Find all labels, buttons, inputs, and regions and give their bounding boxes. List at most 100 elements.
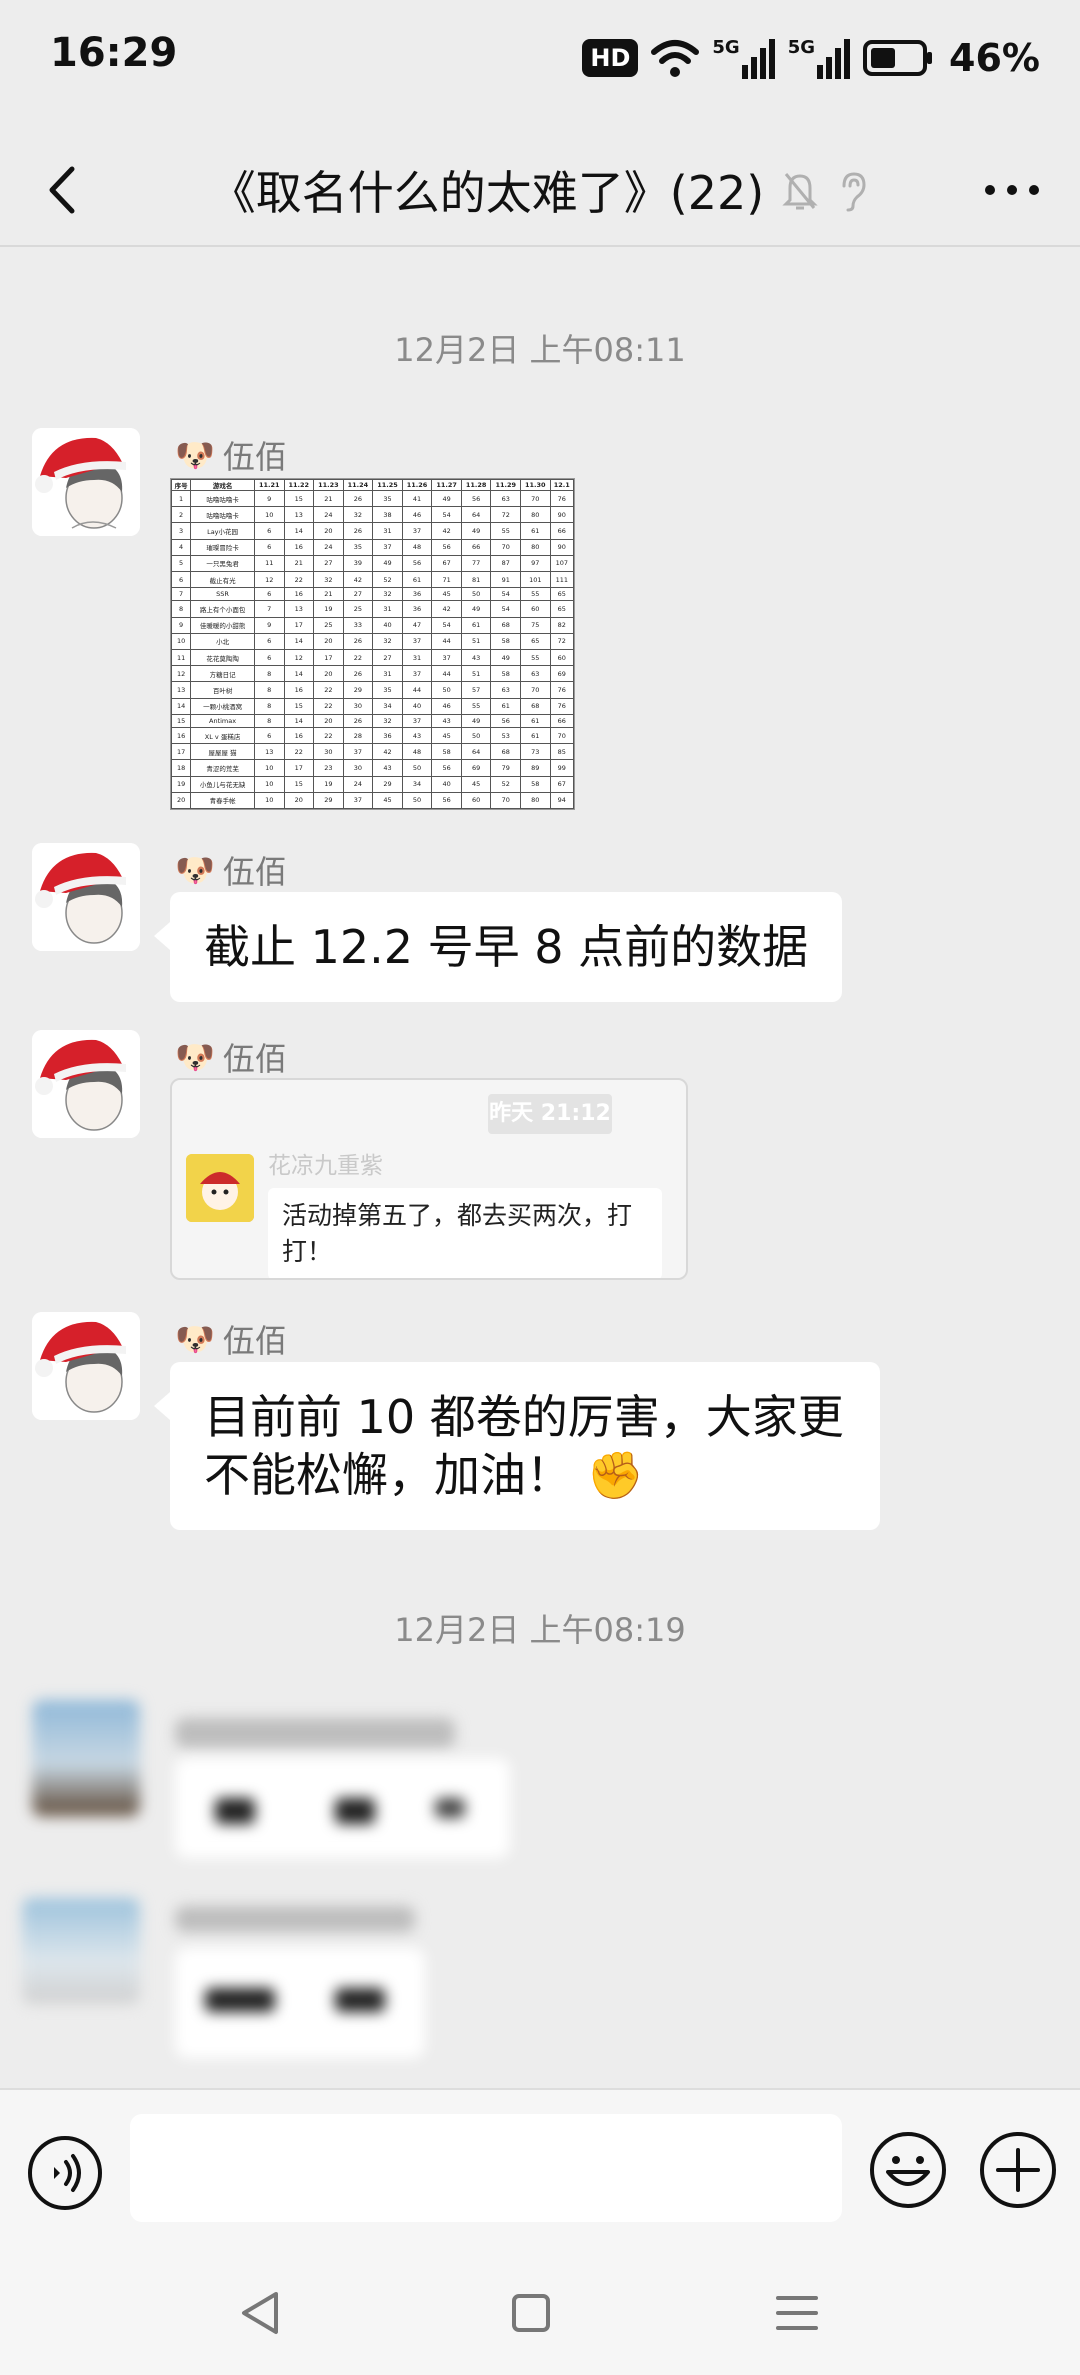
table-header-cell: 11.30	[520, 479, 551, 491]
voice-input-icon[interactable]	[26, 2134, 104, 2212]
table-cell: 17	[171, 743, 192, 761]
message-bubble[interactable]: 目前前 10 都卷的厉害，大家更不能松懈，加油！ ✊	[154, 1362, 880, 1530]
table-cell: 37	[401, 665, 433, 683]
table-header-cell: 序号	[171, 479, 192, 491]
table-cell: 32	[372, 587, 403, 602]
table-cell: 8	[171, 600, 192, 618]
table-cell: 35	[372, 489, 403, 508]
table-cell: 45	[460, 775, 492, 793]
table-cell: 10	[253, 759, 285, 777]
table-cell: 61	[520, 713, 551, 728]
table-cell: 17	[283, 759, 315, 777]
table-cell: 20	[313, 713, 344, 728]
table-cell: 76	[549, 681, 574, 699]
table-cell: 26	[342, 632, 374, 650]
table-cell: 44	[431, 665, 462, 683]
table-cell: 87	[490, 554, 521, 572]
table-cell: 68	[490, 616, 521, 634]
table-row: 7 SSR 6 16 21 27 32 36 45 50 54 55 65	[171, 587, 574, 602]
table-cell: 60	[520, 600, 551, 618]
table-cell: 13	[283, 506, 315, 524]
table-cell: 31	[372, 600, 403, 618]
table-cell: 6	[253, 587, 285, 602]
shared-image-score-table[interactable]: 序号 游戏名 11.21 11.22 11.23 11.24 11.25 11.26 11.27…	[170, 478, 575, 810]
blurred-avatar[interactable]	[22, 1898, 140, 2004]
table-cell: 72	[490, 506, 521, 524]
table-header-row: 序号 游戏名 11.21 11.22 11.23 11.24 11.25 11.26 11.27…	[171, 479, 574, 491]
table-cell: 22	[283, 743, 315, 761]
table-header-cell: 游戏名	[190, 479, 255, 491]
message-input[interactable]	[130, 2114, 842, 2222]
sender-name-text: 伍佰	[222, 853, 287, 891]
table-cell: 40	[401, 697, 433, 715]
table-cell: 34	[401, 775, 433, 793]
table-cell: 66	[460, 538, 492, 556]
table-cell: 26	[342, 489, 374, 508]
table-cell: 17	[283, 616, 315, 634]
table-cell: 61	[401, 570, 433, 589]
table-cell: 41	[401, 489, 433, 508]
table-cell: 20	[171, 791, 192, 809]
table-cell: 16	[171, 726, 192, 745]
table-cell: 61	[490, 697, 521, 715]
table-cell: 小鱼儿与花无缺	[190, 775, 255, 793]
nav-home-icon[interactable]	[496, 2278, 566, 2348]
table-cell: 9	[171, 616, 192, 634]
nav-menu-icon[interactable]	[762, 2278, 832, 2348]
table-cell: 20	[283, 791, 315, 809]
santa-hat-avatar-icon	[32, 843, 140, 951]
table-cell: 8	[253, 681, 285, 699]
blurred-message-bubble[interactable]	[175, 1948, 425, 2058]
more-dots-icon[interactable]	[972, 155, 1052, 225]
table-cell: 66	[549, 522, 574, 540]
avatar[interactable]	[32, 1312, 140, 1420]
table-cell: 63	[490, 681, 521, 699]
forwarded-message-card[interactable]: 昨天 21:12 花凉九重紫 活动掉第五了，都去买两次，打打！	[170, 1078, 688, 1280]
dog-emoji-icon: 🐶	[175, 436, 215, 474]
table-cell: 37	[401, 713, 433, 728]
table-cell: 61	[520, 522, 551, 540]
table-cell: 50	[460, 726, 492, 745]
table-cell: 37	[431, 648, 462, 667]
table-row: 6 截止有光 12 22 32 42 52 61 71 81 91 101 111	[171, 570, 574, 589]
nav-back-icon[interactable]	[226, 2278, 296, 2348]
avatar[interactable]	[32, 1030, 140, 1138]
table-cell: 4	[171, 538, 192, 556]
table-cell: 19	[171, 775, 192, 793]
signal-5g-2-icon: 5G	[788, 37, 851, 79]
table-cell: XL v 蛋糕店	[190, 726, 255, 745]
chat-title: 《取名什么的太难了》(22)	[209, 166, 765, 220]
table-cell: 36	[401, 600, 433, 618]
table-cell: 24	[313, 538, 344, 556]
table-row: 18 青涩的荒芜 10 17 23 30 43 50 56 69 79 89 99	[171, 759, 574, 777]
table-cell: 56	[401, 554, 433, 572]
message-timestamp: 12月2日 上午08:11	[394, 331, 686, 369]
table-cell: 14	[283, 713, 315, 728]
table-cell: 13	[253, 743, 285, 761]
blurred-avatar[interactable]	[32, 1700, 140, 1816]
table-cell: 20	[313, 632, 344, 650]
table-header-cell: 11.27	[431, 479, 462, 491]
table-cell: 32	[372, 632, 403, 650]
table-cell: 71	[431, 570, 462, 589]
table-cell: 56	[431, 791, 462, 809]
table-row: 5 一只黑兔君 11 21 27 39 49 56 67 77 87 97 107	[171, 554, 574, 572]
message-bubble[interactable]: 截止 12.2 号早 8 点前的数据	[153, 892, 843, 1002]
avatar[interactable]	[32, 843, 140, 951]
emoji-icon[interactable]	[868, 2130, 948, 2210]
table-row: 15 Antimax 8 14 20 26 32 37 43 49 56 61 66	[171, 713, 574, 728]
avatar[interactable]	[32, 428, 140, 536]
table-cell: 49	[431, 489, 462, 508]
table-cell: 51	[460, 632, 492, 650]
table-cell: 26	[342, 713, 374, 728]
blurred-message-bubble[interactable]	[175, 1758, 510, 1858]
table-cell: 一只黑兔君	[190, 554, 255, 572]
table-cell: 43	[460, 648, 492, 667]
score-table: 序号 游戏名 11.21 11.22 11.23 11.24 11.25 11.26 11.27…	[171, 479, 574, 809]
table-cell: 6	[253, 632, 285, 650]
table-cell: 101	[520, 570, 551, 589]
message-input-bar	[0, 2088, 1080, 2250]
table-cell: 33	[342, 616, 374, 634]
add-plus-icon[interactable]	[978, 2130, 1058, 2210]
table-cell: 青涩的荒芜	[190, 759, 255, 777]
